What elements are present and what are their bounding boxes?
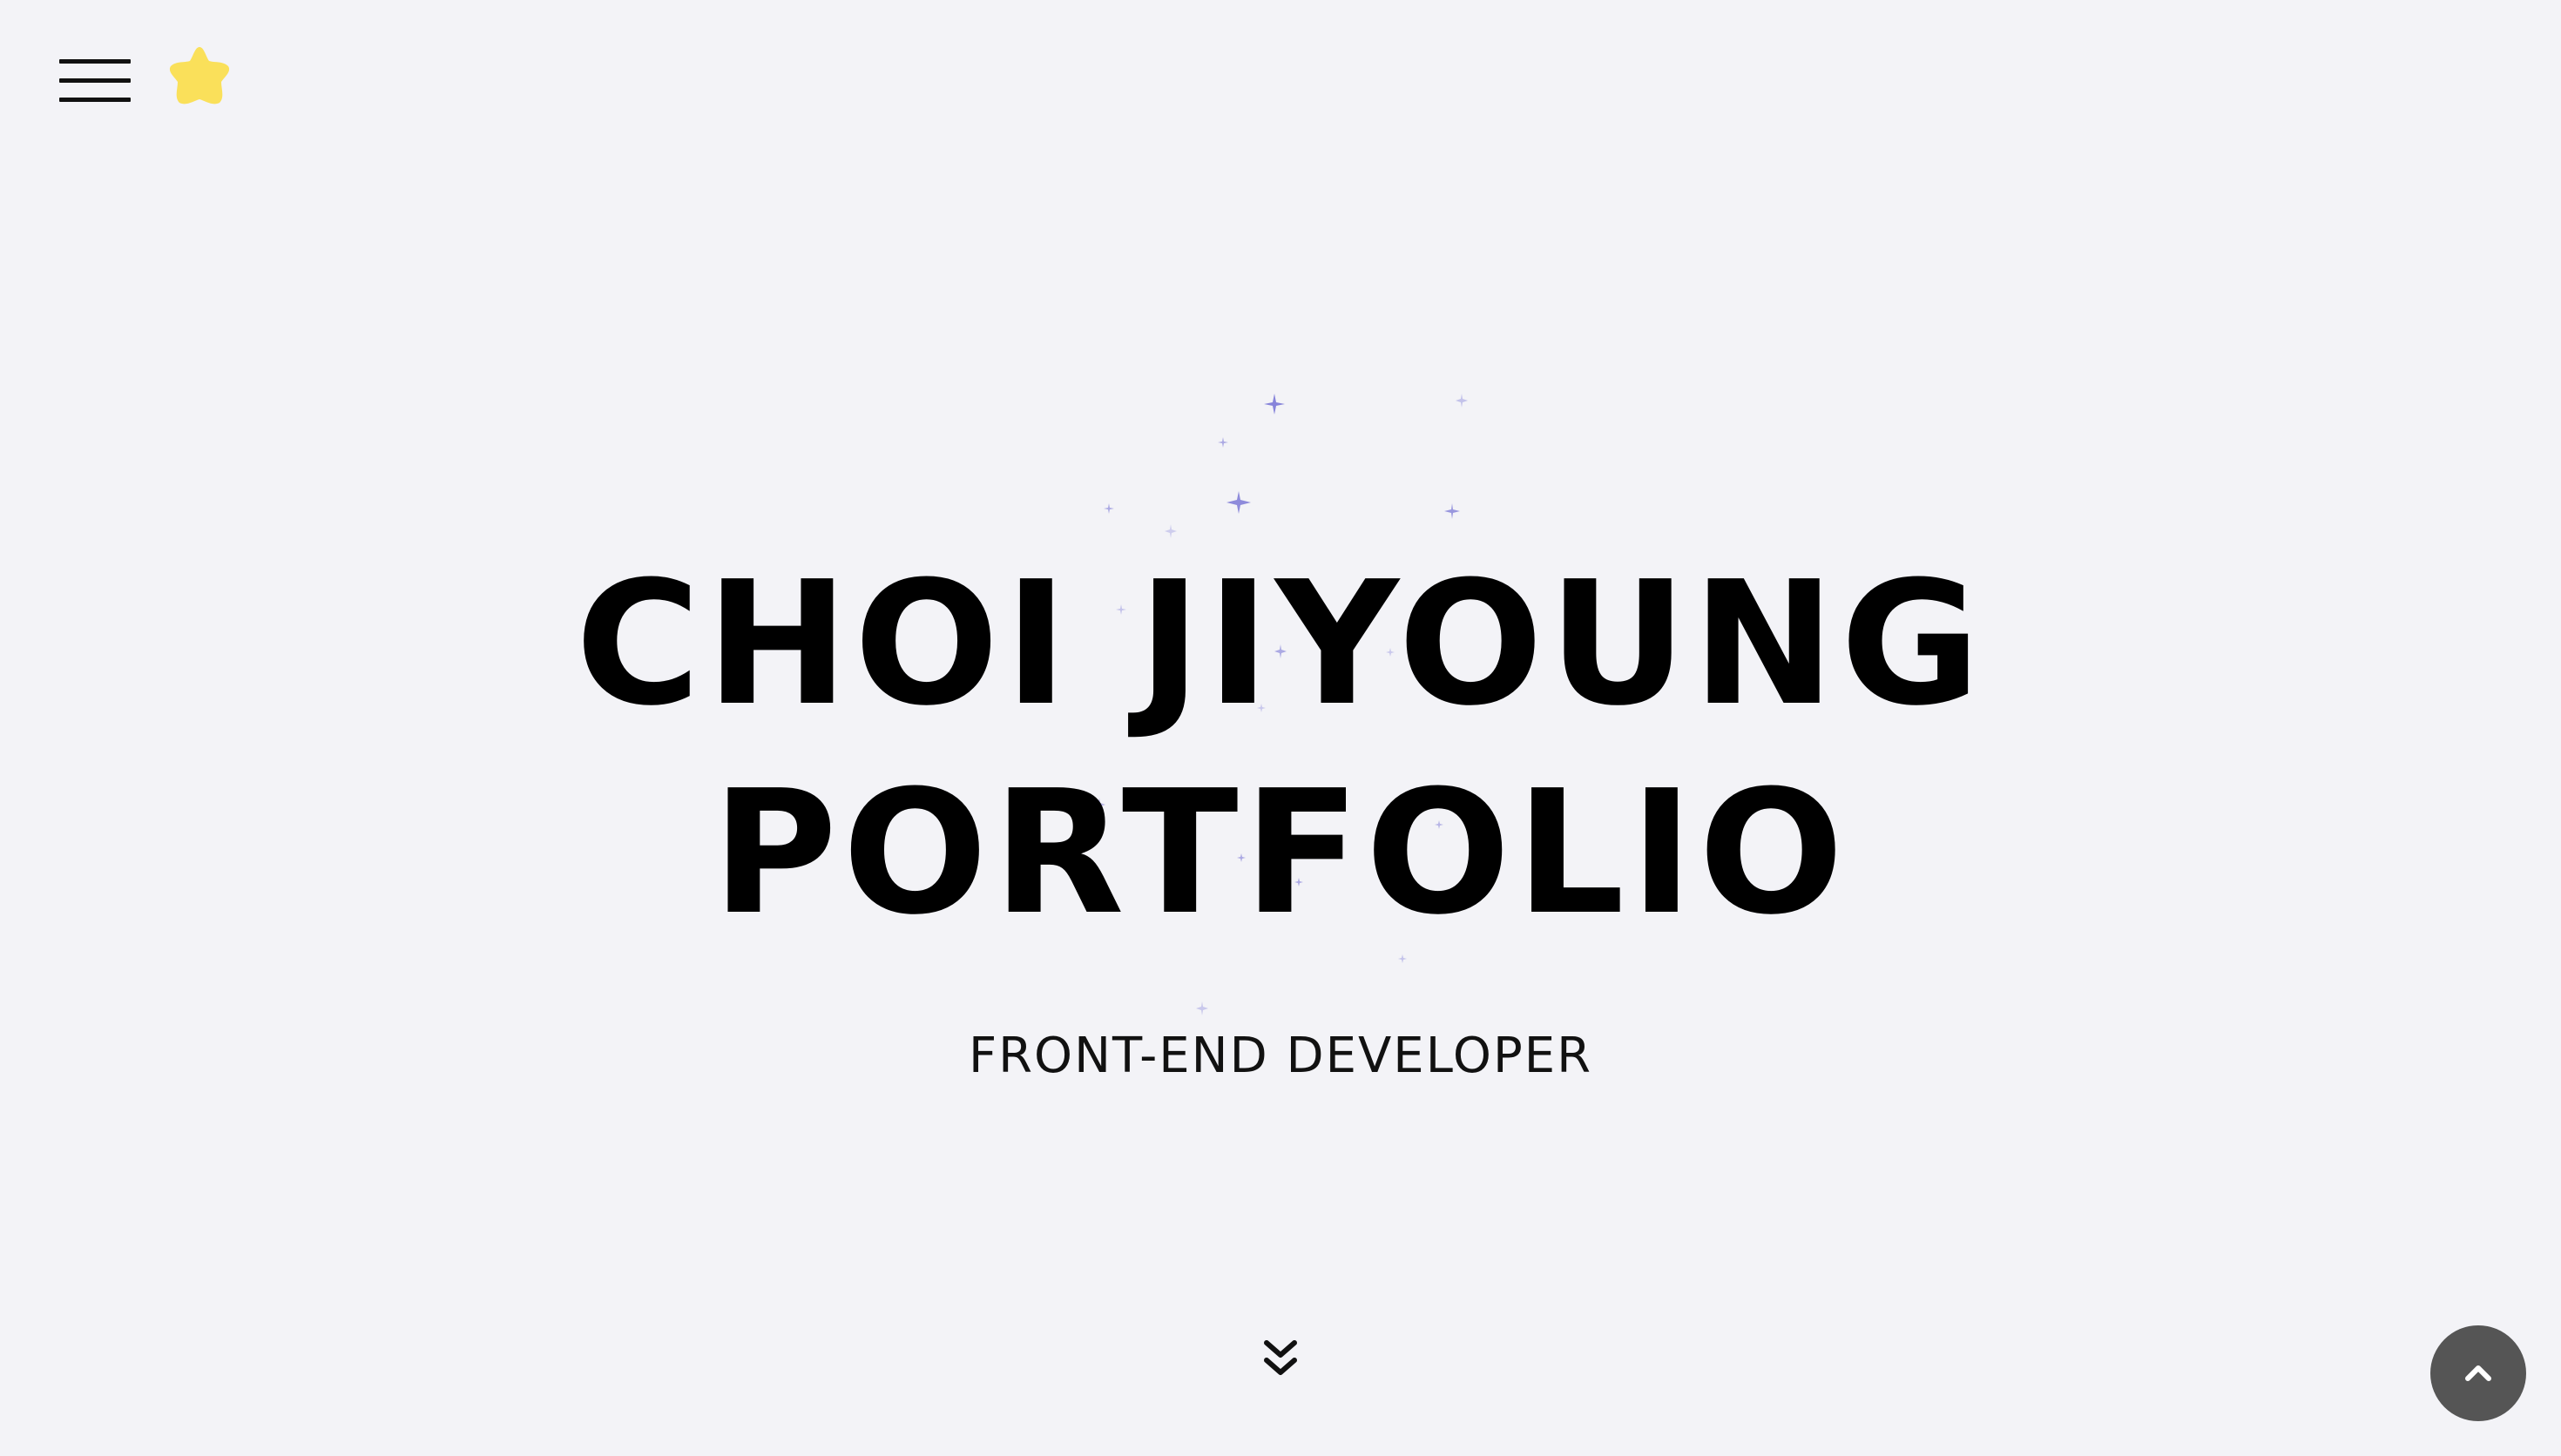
- portfolio-page: CHOI JIYOUNG PORTFOLIO FRONT-END DEVELOP…: [0, 0, 2561, 1456]
- star-icon[interactable]: [162, 44, 237, 117]
- menu-bar-top: [59, 59, 131, 64]
- chevron-up-icon: [2465, 1365, 2491, 1381]
- menu-bar-bottom: [59, 98, 131, 102]
- double-chevron-down-icon[interactable]: [1261, 1338, 1300, 1379]
- hero-title: CHOI JIYOUNG PORTFOLIO: [0, 540, 2561, 958]
- scroll-to-top-button[interactable]: [2430, 1325, 2526, 1421]
- hero-title-line-2: PORTFOLIO: [712, 754, 1849, 953]
- menu-bar-middle: [59, 78, 131, 83]
- menu-button[interactable]: [59, 57, 131, 106]
- hero-title-line-1: CHOI JIYOUNG: [575, 545, 1986, 744]
- hero-subtitle: FRONT-END DEVELOPER: [968, 1028, 1593, 1084]
- star-logo-svg: [169, 47, 230, 104]
